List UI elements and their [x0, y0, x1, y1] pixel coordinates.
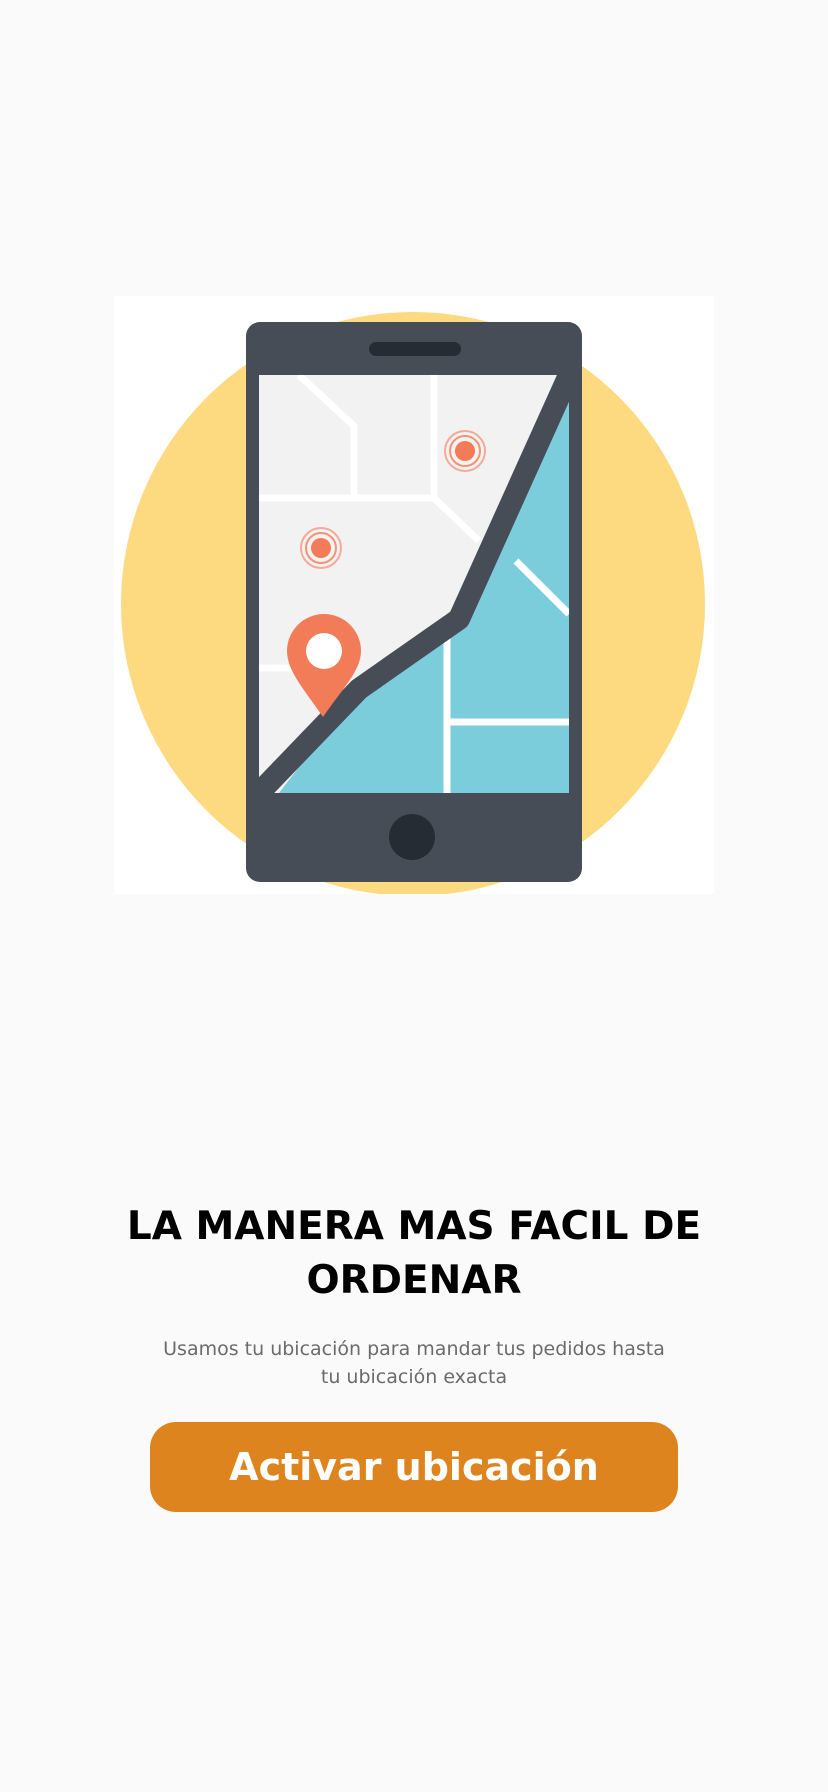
map-screen	[259, 375, 569, 793]
location-illustration	[114, 296, 714, 894]
phone-home-button	[389, 814, 435, 860]
page-title: LA MANERA MAS FACIL DE ORDENAR	[126, 1204, 702, 1303]
phone-map-location-icon	[121, 312, 705, 894]
phone-speaker	[369, 342, 461, 356]
location-marker-1	[444, 430, 486, 472]
page-subtitle: Usamos tu ubicación para mandar tus pedi…	[163, 1338, 665, 1388]
activate-location-button[interactable]: Activar ubicación	[150, 1422, 678, 1512]
location-marker-2	[300, 527, 342, 569]
